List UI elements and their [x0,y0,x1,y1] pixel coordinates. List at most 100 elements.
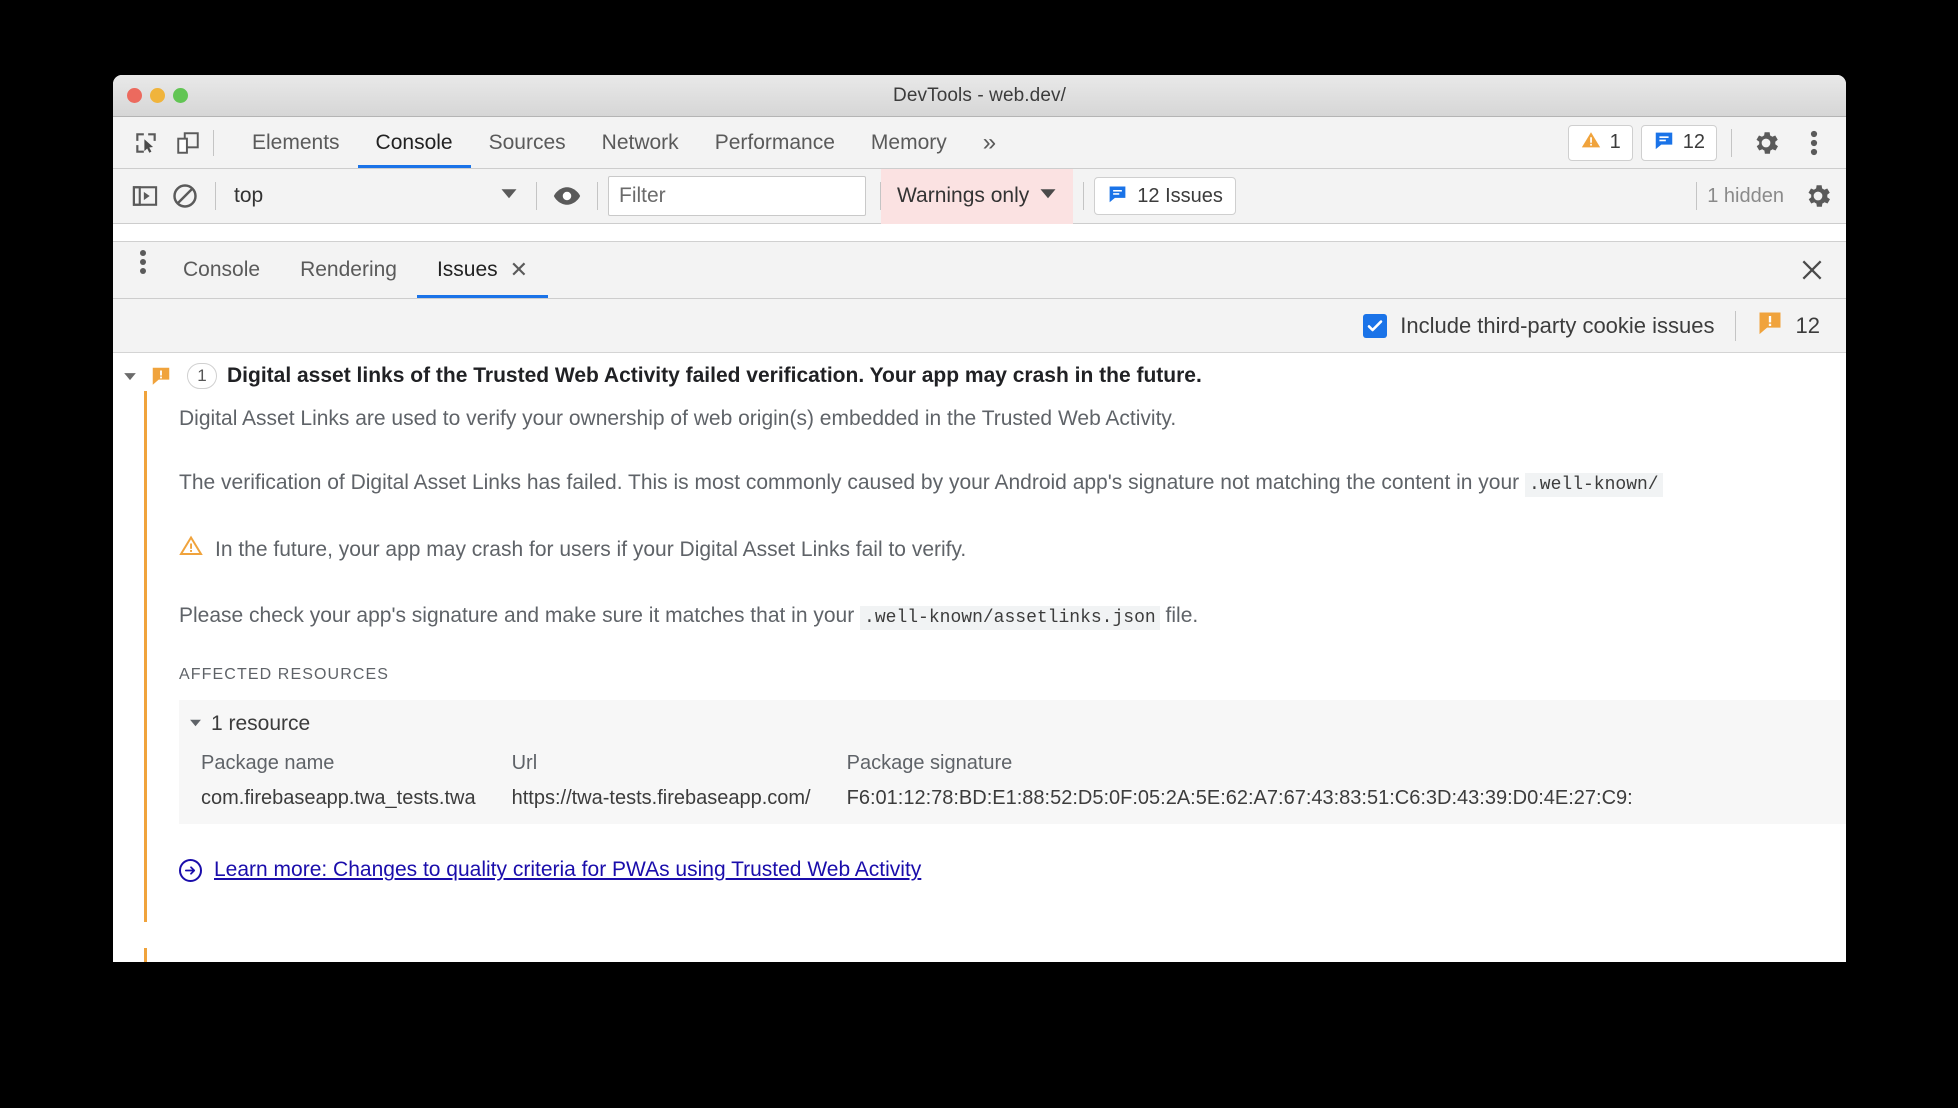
console-issues-label: 12 Issues [1137,184,1223,207]
issues-count-badge[interactable]: 12 [1640,124,1717,161]
table-header-row: Package name Url Package signature [201,752,1669,787]
affected-resources-table: Package name Url Package signature com.f… [201,752,1669,810]
filterbar-divider-1 [215,182,216,210]
drawer-tab-issues[interactable]: Issues ✕ [416,242,549,298]
console-issues-button[interactable]: 12 Issues [1094,177,1236,215]
chevron-down-icon[interactable] [113,369,147,383]
drawer-more-options-icon[interactable] [123,242,163,282]
cell-url: https://twa-tests.firebaseapp.com/ [511,787,811,810]
console-settings-gear-icon[interactable] [1798,176,1838,216]
devtools-main-menu-icon[interactable] [1794,123,1834,163]
warning-count-badge[interactable]: 1 [1567,124,1633,161]
issue-row-header[interactable]: 1 Digital asset links of the Trusted Web… [113,353,1846,397]
third-party-cookie-checkbox[interactable]: Include third-party cookie issues [1363,312,1715,339]
learn-more-link[interactable]: Learn more: Changes to quality criteria … [214,858,921,882]
tab-sources[interactable]: Sources [471,117,584,168]
inspect-element-icon[interactable] [127,124,165,162]
issue-paragraph-1: Digital Asset Links are used to verify y… [179,407,1177,430]
issue-paragraph-4: Please check your app's signature and ma… [179,602,1846,631]
panel-tabs: Elements Console Sources Network Perform… [234,117,1014,168]
window-title: DevTools - web.dev/ [893,84,1066,106]
cell-package-signature: F6:01:12:78:BD:E1:88:52:D5:0F:05:2A:5E:6… [846,787,1633,810]
tab-memory[interactable]: Memory [853,117,965,168]
cell-package-name: com.firebaseapp.twa_tests.twa [201,787,476,810]
learn-more-row[interactable]: Learn more: Changes to quality criteria … [179,858,1846,882]
filterbar-divider-5 [1083,182,1085,210]
clear-console-icon[interactable] [165,176,205,216]
drawer-tabbar: Console Rendering Issues ✕ [113,242,1846,299]
drawer-tab-console-label: Console [183,258,261,281]
issue-warning-text: In the future, your app may crash for us… [215,537,967,561]
tabbar-right-actions: 1 12 [1567,117,1846,168]
issue-details: Digital Asset Links are used to verify y… [113,391,1846,923]
issues-count: 12 [1682,131,1705,153]
table-row: com.firebaseapp.twa_tests.twa https://tw… [201,787,1669,810]
issue-paragraph-2-text: The verification of Digital Asset Links … [179,471,1525,495]
chevron-down-icon [1039,184,1057,208]
resource-count-label: 1 resource [211,712,311,736]
warning-triangle-icon [1580,129,1602,157]
external-link-circle-icon [179,858,202,882]
tab-elements[interactable]: Elements [234,117,358,168]
drawer-right-actions [1792,242,1846,298]
live-expression-eye-icon[interactable] [547,176,587,216]
resource-count-toggle[interactable]: 1 resource [179,712,1846,752]
issue-paragraph-4-before: Please check your app's signature and ma… [179,604,861,628]
checkbox-checked-icon [1363,313,1388,338]
tabbar-right-divider [1731,128,1732,157]
issue-occurrence-count: 1 [187,363,217,389]
console-filter-toolbar: top Warnings only [113,168,1846,224]
issue-message-icon [1107,183,1128,210]
close-drawer-icon[interactable] [1792,250,1832,290]
console-output-area [113,224,1846,242]
filterbar-divider-6 [1696,182,1698,210]
affected-resources-block: 1 resource Package name Url Package sign… [179,700,1846,825]
device-toolbar-icon[interactable] [169,124,207,162]
filterbar-divider-2 [536,182,537,210]
devtools-window: DevTools - web.dev/ Elements Console Sou… [113,75,1846,962]
issue-paragraph-2-code: .well-known/ [1524,473,1663,498]
more-tabs-icon[interactable]: » [965,117,1014,168]
console-sidebar-toggle-icon[interactable] [125,176,165,216]
hidden-messages-count: 1 hidden [1707,184,1784,207]
tabbar-left-icons [119,117,234,168]
close-window-button[interactable] [127,88,142,103]
issue-paragraph-4-after: file. [1159,604,1199,628]
execution-context-select[interactable]: top [226,177,526,215]
issues-list: 1 Digital asset links of the Trusted Web… [113,353,1846,962]
issue-warning-line: In the future, your app may crash for us… [179,534,1846,566]
drawer-tab-rendering-label: Rendering [300,258,397,281]
warning-count: 1 [1609,131,1621,153]
issues-total-count: 12 [1795,312,1820,338]
column-header-url: Url [511,752,538,775]
tab-console[interactable]: Console [357,117,471,168]
issue-paragraph-2: The verification of Digital Asset Links … [179,469,1846,498]
console-level-select[interactable]: Warnings only [881,168,1074,224]
column-header-package-signature: Package signature [846,752,1013,775]
minimize-window-button[interactable] [150,88,165,103]
chevron-down-icon [189,716,202,732]
drawer-tab-console[interactable]: Console [163,242,280,298]
console-filter-input[interactable] [608,176,866,216]
issue-bubble-icon [1756,309,1784,342]
close-icon[interactable]: ✕ [510,259,528,281]
tabbar-divider [213,129,214,156]
issue-severity-rail [144,391,147,923]
third-party-cookie-label: Include third-party cookie issues [1400,312,1715,338]
devtools-main-tabbar: Elements Console Sources Network Perform… [113,117,1846,169]
traffic-lights [127,75,188,116]
zoom-window-button[interactable] [173,88,188,103]
tab-network[interactable]: Network [584,117,697,168]
drawer-tab-rendering[interactable]: Rendering [280,242,417,298]
issues-toolbar: Include third-party cookie issues 12 [113,299,1846,353]
console-level-value: Warnings only [897,184,1030,207]
execution-context-value: top [234,184,264,207]
issue-bubble-icon [147,365,175,387]
issue-message-icon [1653,129,1675,157]
issue-severity-rail-tail [144,948,147,962]
window-titlebar: DevTools - web.dev/ [113,75,1846,117]
filterbar-divider-3 [597,182,598,210]
tab-performance[interactable]: Performance [697,117,853,168]
devtools-settings-gear-icon[interactable] [1746,123,1786,163]
issue-title: Digital asset links of the Trusted Web A… [227,364,1202,387]
